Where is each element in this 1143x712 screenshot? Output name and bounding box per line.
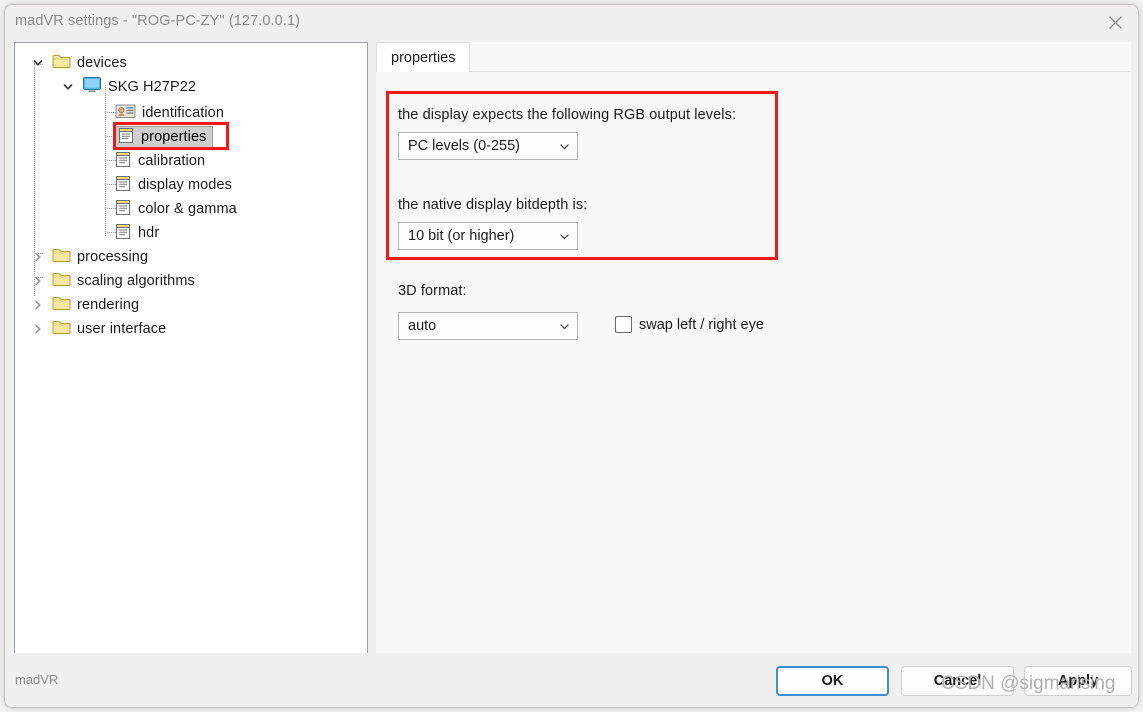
swap-eye-checkbox[interactable] — [615, 316, 632, 333]
rgb-levels-value: PC levels (0-255) — [408, 138, 521, 154]
chevron-down-icon[interactable] — [61, 80, 75, 94]
settings-tree-panel[interactable]: devices SKG H27P22 identification proper… — [14, 42, 368, 655]
chevron-down-icon — [551, 230, 577, 243]
tab-strip: properties — [376, 42, 1131, 72]
note-icon — [115, 222, 132, 245]
tree-item-calibration[interactable]: calibration — [115, 149, 205, 173]
bitdepth-dropdown[interactable]: 10 bit (or higher) — [398, 222, 578, 250]
window-title: madVR settings - "ROG-PC-ZY" (127.0.0.1) — [15, 13, 301, 29]
chevron-down-icon — [551, 320, 577, 333]
tree-item-user-interface[interactable]: user interface — [31, 317, 166, 341]
tree-item-skg-h27p22[interactable]: SKG H27P22 — [61, 75, 196, 99]
title-bar: madVR settings - "ROG-PC-ZY" (127.0.0.1) — [5, 5, 1138, 39]
tree-item-scaling-algorithms[interactable]: scaling algorithms — [31, 269, 195, 293]
swap-eye-checkbox-row[interactable]: swap left / right eye — [615, 316, 764, 333]
tree-item-label: hdr — [138, 225, 160, 241]
chevron-down-icon[interactable] — [31, 56, 45, 70]
tree-item-label: identification — [142, 105, 225, 121]
cancel-button[interactable]: Cancel — [901, 666, 1014, 696]
bitdepth-label: the native display bitdepth is: — [398, 197, 588, 213]
apply-button-label: Apply — [1057, 673, 1099, 689]
swap-eye-label: swap left / right eye — [639, 316, 764, 333]
close-button[interactable] — [1092, 5, 1138, 39]
chevron-right-icon[interactable] — [31, 322, 45, 336]
footer-brand: madVR — [15, 672, 59, 687]
tree-item-devices[interactable]: devices — [31, 51, 127, 75]
tree-item-properties[interactable]: properties — [115, 125, 214, 149]
tree-item-label: properties — [141, 129, 207, 145]
tree-item-label: calibration — [138, 153, 206, 169]
tree-item-processing[interactable]: processing — [31, 245, 148, 269]
note-icon — [115, 150, 132, 173]
format3d-label: 3D format: — [398, 283, 467, 299]
format3d-value: auto — [408, 318, 437, 334]
id-card-icon — [115, 103, 136, 124]
tree-item-display-modes[interactable]: display modes — [115, 173, 232, 197]
tree-item-hdr[interactable]: hdr — [115, 221, 159, 245]
ok-button-label: OK — [821, 673, 844, 689]
bitdepth-value: 10 bit (or higher) — [408, 228, 515, 244]
properties-pane: properties the display expects the follo… — [376, 42, 1131, 655]
tree-item-label: display modes — [138, 177, 232, 193]
tree-guide-line — [105, 85, 106, 237]
tree-item-label: SKG H27P22 — [108, 79, 197, 95]
tree-item-identification[interactable]: identification — [115, 101, 224, 125]
chevron-right-icon[interactable] — [31, 274, 45, 288]
tree-item-label: rendering — [77, 297, 140, 313]
tree-item-label: processing — [77, 249, 149, 265]
folder-icon — [52, 319, 71, 340]
tree-item-label: user interface — [77, 321, 167, 337]
tree-item-color-gamma[interactable]: color & gamma — [115, 197, 237, 221]
tree-item-rendering[interactable]: rendering — [31, 293, 139, 317]
folder-icon — [52, 271, 71, 292]
chevron-right-icon[interactable] — [31, 250, 45, 264]
rgb-levels-dropdown[interactable]: PC levels (0-255) — [398, 132, 578, 160]
tab-properties[interactable]: properties — [376, 42, 471, 72]
ok-button[interactable]: OK — [776, 666, 889, 696]
apply-button[interactable]: Apply — [1024, 666, 1132, 696]
tree-item-label: scaling algorithms — [77, 273, 195, 289]
madvr-settings-window: madVR settings - "ROG-PC-ZY" (127.0.0.1) — [4, 4, 1139, 708]
folder-icon — [52, 53, 71, 74]
tree-item-label: devices — [77, 55, 127, 71]
dialog-footer: madVR OK Cancel Apply — [5, 653, 1138, 707]
close-icon — [1107, 14, 1124, 31]
folder-icon — [52, 295, 71, 316]
tab-label: properties — [391, 49, 456, 66]
note-icon — [115, 174, 132, 197]
rgb-levels-label: the display expects the following RGB ou… — [398, 107, 737, 123]
tree-item-label: color & gamma — [138, 201, 237, 217]
cancel-button-label: Cancel — [933, 673, 982, 689]
tree-item-properties-selection[interactable]: properties — [115, 126, 214, 149]
chevron-down-icon — [551, 140, 577, 153]
folder-icon — [52, 247, 71, 268]
format3d-dropdown[interactable]: auto — [398, 312, 578, 340]
note-icon — [115, 198, 132, 221]
note-icon — [118, 126, 135, 149]
monitor-icon — [82, 76, 102, 98]
chevron-right-icon[interactable] — [31, 298, 45, 312]
